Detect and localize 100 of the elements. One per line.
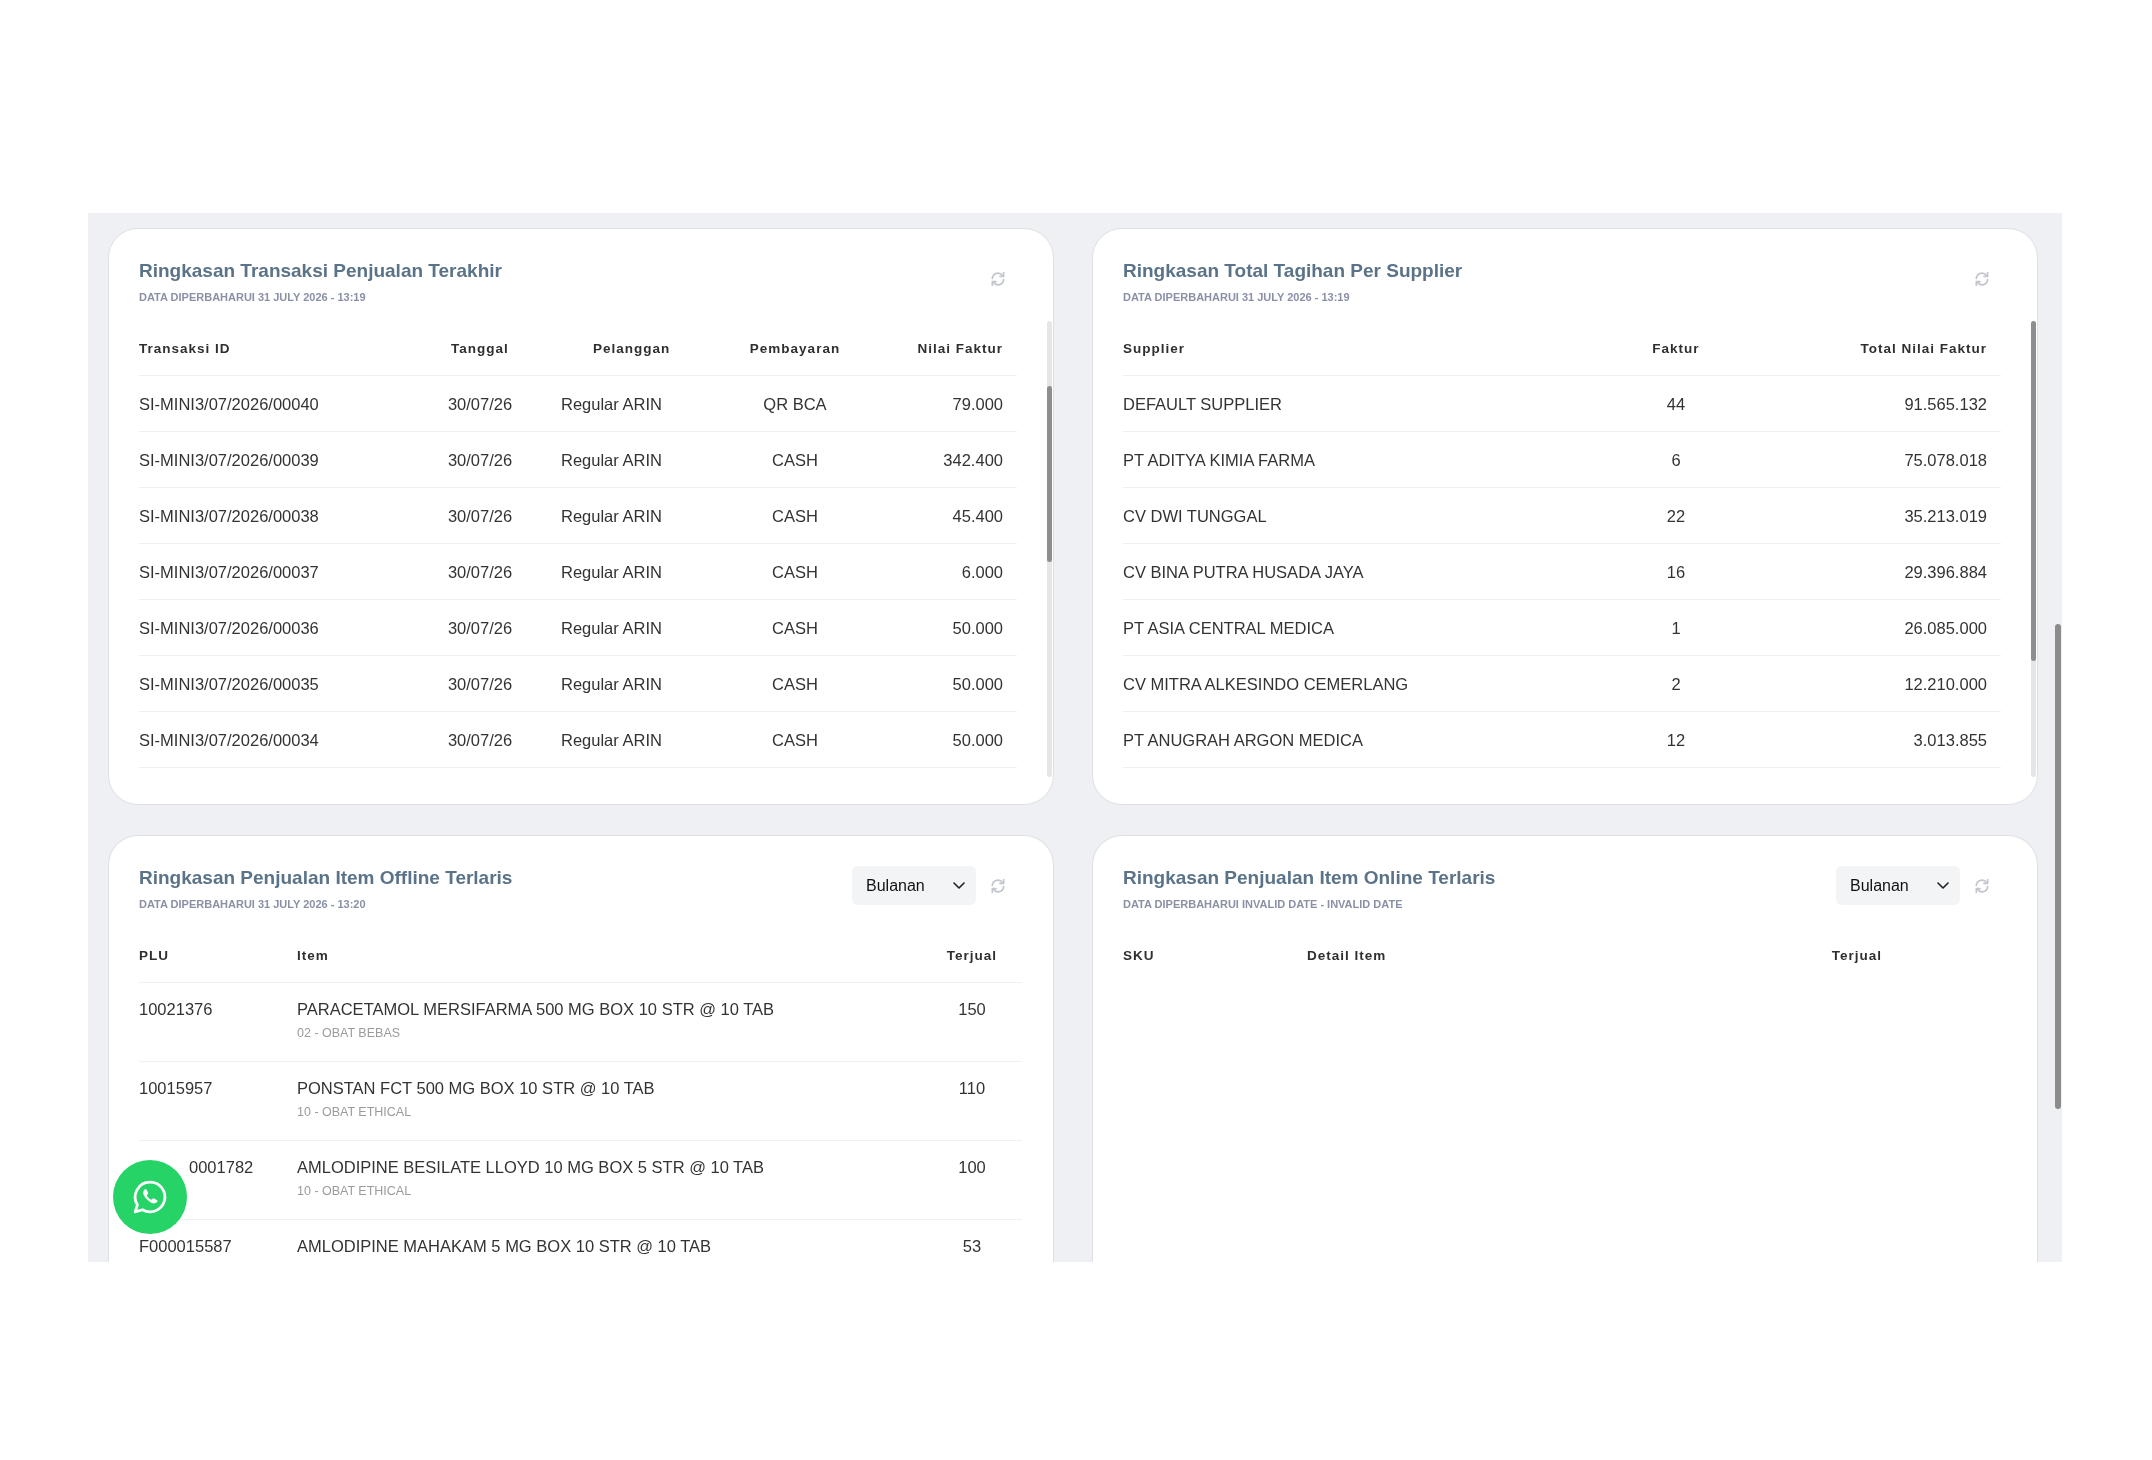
item-name: PARACETAMOL MERSIFARMA 500 MG BOX 10 STR @ 10 TAB — [297, 999, 775, 1019]
table-cell: 2 — [1671, 673, 1681, 694]
table-cell: 100 — [958, 1157, 986, 1177]
column-header: Detail Item — [1307, 947, 1387, 963]
table-cell: CASH — [772, 561, 818, 582]
table-cell: Regular ARIN — [561, 449, 662, 470]
card-title: Ringkasan Transaksi Penjualan Terakhir — [139, 259, 502, 283]
column-header: Total Nilai Faktur — [1860, 340, 1987, 356]
update-timestamp: DATA DIPERBAHARUI 31 JULY 2026 - 13:20 — [139, 897, 366, 911]
table-cell: PT ANUGRAH ARGON MEDICA — [1123, 729, 1363, 750]
item-category: 10 - OBAT ETHICAL — [297, 1104, 412, 1120]
table-cell: 30/07/26 — [447, 617, 513, 638]
table-cell: 75.078.018 — [1904, 449, 1987, 470]
scrollbar-thumb[interactable] — [2031, 321, 2036, 661]
table-cell: SI-MINI3/07/2026/00034 — [139, 729, 319, 750]
table-cell: SI-MINI3/07/2026/00036 — [139, 617, 319, 638]
table-cell: 10015957 — [139, 1078, 213, 1098]
item-category: 02 - OBAT BEBAS — [297, 1025, 401, 1041]
table-cell: 6.000 — [961, 561, 1003, 582]
table-cell: 3.013.855 — [1913, 729, 1987, 750]
table-cell: QR BCA — [763, 393, 827, 414]
table-cell: 6 — [1671, 449, 1681, 470]
table-cell: 50.000 — [952, 617, 1003, 638]
table-cell: 0001782 — [189, 1157, 254, 1177]
refresh-icon[interactable] — [990, 877, 1006, 894]
table-cell: SI-MINI3/07/2026/00039 — [139, 449, 319, 470]
table-cell: CASH — [772, 449, 818, 470]
table-cell: DEFAULT SUPPLIER — [1123, 393, 1282, 414]
table-cell: 35.213.019 — [1904, 505, 1987, 526]
column-header: Transaksi ID — [139, 340, 231, 356]
item-name: AMLODIPINE MAHAKAM 5 MG BOX 10 STR @ 10 TAB — [297, 1236, 712, 1256]
table-cell: Regular ARIN — [561, 505, 662, 526]
table-cell: CV MITRA ALKESINDO CEMERLANG — [1123, 673, 1409, 694]
table-cell: CASH — [772, 729, 818, 750]
refresh-icon[interactable] — [990, 270, 1006, 287]
column-header: Item — [297, 947, 329, 963]
column-header: Faktur — [1652, 340, 1700, 356]
column-header: Pembayaran — [749, 340, 841, 356]
update-timestamp: DATA DIPERBAHARUI INVALID DATE - INVALID DATE — [1123, 897, 1403, 911]
table-cell: 91.565.132 — [1904, 393, 1987, 414]
scrollbar-thumb[interactable] — [1047, 386, 1052, 562]
table-cell: 50.000 — [952, 729, 1003, 750]
table-cell: Regular ARIN — [561, 617, 662, 638]
table-cell: 30/07/26 — [447, 393, 513, 414]
update-timestamp: DATA DIPERBAHARUI 31 JULY 2026 - 13:19 — [139, 290, 366, 304]
column-header: PLU — [139, 947, 169, 963]
card-title: Ringkasan Penjualan Item Online Terlaris — [1123, 866, 1496, 890]
table-cell: 30/07/26 — [447, 561, 513, 582]
column-header: SKU — [1123, 947, 1155, 963]
table-cell: 53 — [962, 1236, 982, 1256]
table-cell: 44 — [1666, 393, 1686, 414]
table-cell: 45.400 — [952, 505, 1003, 526]
table-cell: CV DWI TUNGGAL — [1123, 505, 1267, 526]
period-dropdown[interactable]: Bulanan — [852, 866, 976, 905]
table-cell: 30/07/26 — [447, 673, 513, 694]
column-header: Nilai Faktur — [917, 340, 1003, 356]
table-cell: CV BINA PUTRA HUSADA JAYA — [1123, 561, 1364, 582]
card-title: Ringkasan Total Tagihan Per Supplier — [1123, 259, 1463, 283]
column-header: Terjual — [1831, 947, 1883, 963]
table-cell: SI-MINI3/07/2026/00037 — [139, 561, 319, 582]
table-cell: Regular ARIN — [561, 393, 662, 414]
table-cell: 342.400 — [943, 449, 1003, 470]
table-cell: 26.085.000 — [1904, 617, 1987, 638]
update-timestamp: DATA DIPERBAHARUI 31 JULY 2026 - 13:19 — [1123, 290, 1350, 304]
card-title: Ringkasan Penjualan Item Offline Terlaris — [139, 866, 513, 890]
period-dropdown[interactable]: Bulanan — [1836, 866, 1960, 905]
table-cell: 30/07/26 — [447, 449, 513, 470]
column-header: Tanggal — [451, 340, 509, 356]
table-cell: F000015587 — [139, 1236, 232, 1256]
table-cell: Regular ARIN — [561, 561, 662, 582]
table-cell: 1 — [1671, 617, 1681, 638]
scrollbar-thumb[interactable] — [2055, 624, 2061, 1109]
table-cell: CASH — [772, 505, 818, 526]
item-name: PONSTAN FCT 500 MG BOX 10 STR @ 10 TAB — [297, 1078, 655, 1098]
table-cell: SI-MINI3/07/2026/00035 — [139, 673, 319, 694]
table-cell: 50.000 — [952, 673, 1003, 694]
table-cell: 22 — [1666, 505, 1686, 526]
table-cell: 30/07/26 — [447, 729, 513, 750]
table-cell: SI-MINI3/07/2026/00038 — [139, 505, 319, 526]
table-cell: 79.000 — [952, 393, 1003, 414]
table-cell: PT ADITYA KIMIA FARMA — [1123, 449, 1315, 470]
item-category: 10 - OBAT ETHICAL — [297, 1183, 412, 1199]
table-cell: 30/07/26 — [447, 505, 513, 526]
table-cell: 29.396.884 — [1904, 561, 1987, 582]
table-cell: SI-MINI3/07/2026/00040 — [139, 393, 319, 414]
refresh-icon[interactable] — [1974, 877, 1990, 894]
column-header: Supplier — [1123, 340, 1185, 356]
table-cell: CASH — [772, 673, 818, 694]
chevron-down-icon — [1937, 882, 1949, 889]
table-cell: Regular ARIN — [561, 729, 662, 750]
table-cell: 110 — [958, 1078, 986, 1098]
table-cell: 16 — [1666, 561, 1686, 582]
table-cell: 10021376 — [139, 999, 213, 1019]
table-cell: PT ASIA CENTRAL MEDICA — [1123, 617, 1334, 638]
table-cell: Regular ARIN — [561, 673, 662, 694]
item-name: AMLODIPINE BESILATE LLOYD 10 MG BOX 5 STR @ 10 TAB — [297, 1157, 764, 1177]
refresh-icon[interactable] — [1974, 270, 1990, 287]
table-cell: 12.210.000 — [1904, 673, 1987, 694]
phone-bubble-icon — [131, 1178, 169, 1216]
column-header: Terjual — [946, 947, 998, 963]
